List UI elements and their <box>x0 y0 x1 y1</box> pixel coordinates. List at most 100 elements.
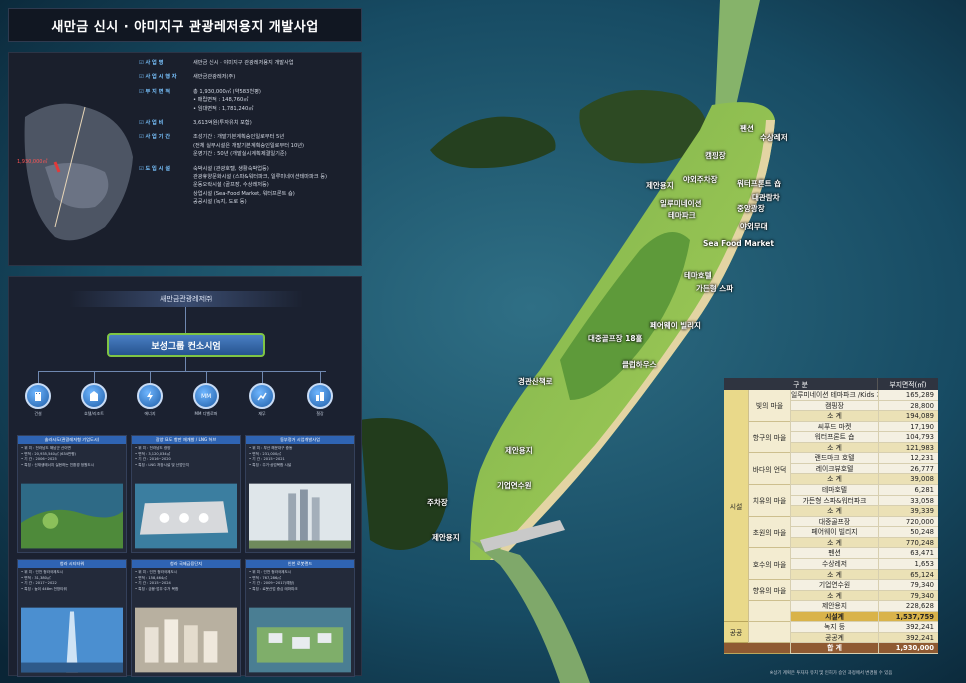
card-title: 청라 시티타워 <box>18 560 126 568</box>
map-label: 대관람차 <box>752 193 780 202</box>
table-row: 소 계 39,008 <box>790 474 938 486</box>
finance-icon <box>249 383 275 409</box>
table-cell-area: 165,289 <box>878 390 938 400</box>
table-cell-area: 33,058 <box>878 495 938 506</box>
mm-icon: MM <box>193 383 219 409</box>
member-label: 에너지 <box>144 411 156 416</box>
table-cell-area: 28,800 <box>878 400 938 411</box>
table-header-category: 구 분 <box>724 378 878 390</box>
org-connector <box>185 357 186 371</box>
info-label: ☑ 사 업 비 <box>139 120 164 127</box>
map-label: 제안용지 <box>505 446 533 455</box>
location-mini-map: 1,930,000㎡ <box>17 103 133 241</box>
table-cell-name: 소 계 <box>790 442 878 453</box>
card-details: • 위 치 : 전라남도 광양 • 면적 : 3,120,034㎡ • 기 간 : … <box>132 444 240 470</box>
info-label: ☑ 사 업 시 행 자 <box>139 74 177 81</box>
table-cell-name: 제안용지 <box>790 601 878 611</box>
reference-project-card: 청라 시티타워 • 위 치 : 인천 청라국제도시 • 면적 : 31,380㎡ • … <box>17 559 127 677</box>
org-connector <box>262 371 263 383</box>
table-cell-area: 104,793 <box>878 432 938 442</box>
org-connector <box>185 307 186 333</box>
card-title: 청라 국제금융단지 <box>132 560 240 568</box>
info-row: 운영기간 : 50년 (개발실시계획제결일기준) <box>139 150 361 158</box>
table-cell-name: 페어웨이 빌리지 <box>790 527 878 537</box>
map-label: 주차장 <box>427 498 448 507</box>
table-row: 캠핑장 28,800 <box>790 400 938 412</box>
card-detail-line: • 특징 : 주거·상업복합 시설 <box>249 462 292 467</box>
card-detail-line: • 특징 : 금융·업무·주거 복합 <box>135 586 179 591</box>
map-label: 야외무대 <box>740 222 768 231</box>
info-row: ☑ 사 업 시 행 자 새만금관광레저(주) <box>139 73 361 81</box>
org-connector <box>150 371 151 383</box>
map-label: 수상레저 <box>760 133 788 142</box>
info-row: ☑ 부 지 면 적 총 1,930,000㎡ (약583천평) <box>139 88 361 96</box>
info-label <box>139 105 193 113</box>
table-group <box>748 622 790 644</box>
table-cell-area: 65,124 <box>878 569 938 580</box>
map-label: 기업연수원 <box>497 481 532 490</box>
table-cell-name: 일루미네이션 테마파크 /Kids 가든 <box>790 390 878 400</box>
table-cell-name: 공공계 <box>790 632 878 643</box>
table-category: 공공 <box>724 622 748 644</box>
table-cell-area: 770,248 <box>878 537 938 548</box>
map-label: 제안용지 <box>646 181 674 190</box>
map-label: 야외주차장 <box>683 175 718 184</box>
table-cell-area: 1,537,759 <box>878 611 938 622</box>
map-label: 워터프론트 숍 <box>737 179 782 188</box>
table-cell-name: 수상레저 <box>790 558 878 569</box>
table-header-area: 부지면적(㎡) <box>889 381 927 389</box>
card-photo <box>21 607 123 673</box>
table-cell-name: 기업연수원 <box>790 580 878 590</box>
table-cell-area: 79,340 <box>878 590 938 601</box>
table-row: 소 계 194,089 <box>790 411 938 422</box>
table-row: 레이크뷰호텔 26,777 <box>790 463 938 475</box>
org-connector <box>94 371 95 383</box>
map-label: Sea Food Market <box>703 239 774 248</box>
table-group: 치유의 마을 <box>748 485 790 517</box>
table-cell-area: 1,930,000 <box>878 643 938 653</box>
table-cell-name: 시설계 <box>790 611 878 622</box>
info-label: ☑ 사 업 명 <box>139 60 164 66</box>
member-label: 철강 <box>316 411 324 416</box>
reference-project-card: 솔라시도(관광레저형 기업도시) • 위 치 : 전라남도 해남군 산이면 • 면적… <box>17 435 127 553</box>
table-cell-area: 26,777 <box>878 463 938 474</box>
table-cell-name: 녹지 등 <box>790 622 878 632</box>
info-row: • 임대면적 : 1,781,240㎡ <box>139 105 361 113</box>
table-cell-area: 63,471 <box>878 548 938 558</box>
table-row: 제안용지 228,628 <box>790 601 938 612</box>
mini-map-marker-label: 1,930,000㎡ <box>17 158 47 165</box>
table-cell-name: 소 계 <box>790 590 878 601</box>
card-details: • 위 치 : 인천 청라국제도시 • 면적 : 767,286㎡ • 기 간 : … <box>246 568 354 594</box>
project-info-panel: 1,930,000㎡ ☑ 사 업 명 새만금 신시 · 야미지구 관광레저용지 개… <box>8 52 362 266</box>
building-icon <box>25 383 51 409</box>
consortium-panel: 새만금관광레저㈜ 보성그룹 컨소시엄 건설 호텔/리조트 에너지 MM MM 디벨로퍼 재… <box>8 276 362 677</box>
table-cell-area: 39,008 <box>878 474 938 485</box>
info-value: 운동오락시설 (골프장, 수상레저등) <box>193 182 269 189</box>
reference-project-card: 광양 묘도 항만 재개발 / LNG 허브 • 위 치 : 전라남도 광양 • 면적… <box>131 435 241 553</box>
table-row: 가든형 스파&워터파크 33,058 <box>790 495 938 507</box>
card-detail-line: • 특징 : 신재생에너지 실현하는 친환경 정원도시 <box>21 462 95 467</box>
table-row: 씨푸드 마켓 17,190 <box>790 421 938 433</box>
map-label: 테마파크 <box>668 211 696 220</box>
table-row: 합 계 1,930,000 <box>790 643 938 654</box>
info-value: • 임대면적 : 1,781,240㎡ <box>193 105 254 112</box>
table-cell-name: 랜드마크 호텔 <box>790 453 878 463</box>
table-cell-area: 12,231 <box>878 453 938 463</box>
table-group: 빛의 마을 <box>748 390 790 422</box>
info-row: • 매립면적 : 148,760㎡ <box>139 96 361 104</box>
table-row: 수상레저 1,653 <box>790 558 938 570</box>
map-label: 가든형 스파 <box>696 284 734 293</box>
card-detail-line: • 특징 : 로봇산업 중심 테마파크 <box>249 586 298 591</box>
org-connector <box>206 371 207 383</box>
table-cell-area: 228,628 <box>878 601 938 611</box>
table-row: 공공계 392,241 <box>790 632 938 644</box>
table-cell-name: 테마호텔 <box>790 485 878 495</box>
table-cell-name: 캠핑장 <box>790 400 878 411</box>
info-label <box>139 142 193 150</box>
card-photo <box>135 607 237 673</box>
member-label: MM 디벨로퍼 <box>194 411 218 416</box>
table-cell-name: 펜션 <box>790 548 878 558</box>
map-label: 중앙광장 <box>737 204 765 213</box>
info-label: ☑ 도 입 시 설 <box>139 165 170 172</box>
table-cell-name: 대중골프장 <box>790 516 878 527</box>
